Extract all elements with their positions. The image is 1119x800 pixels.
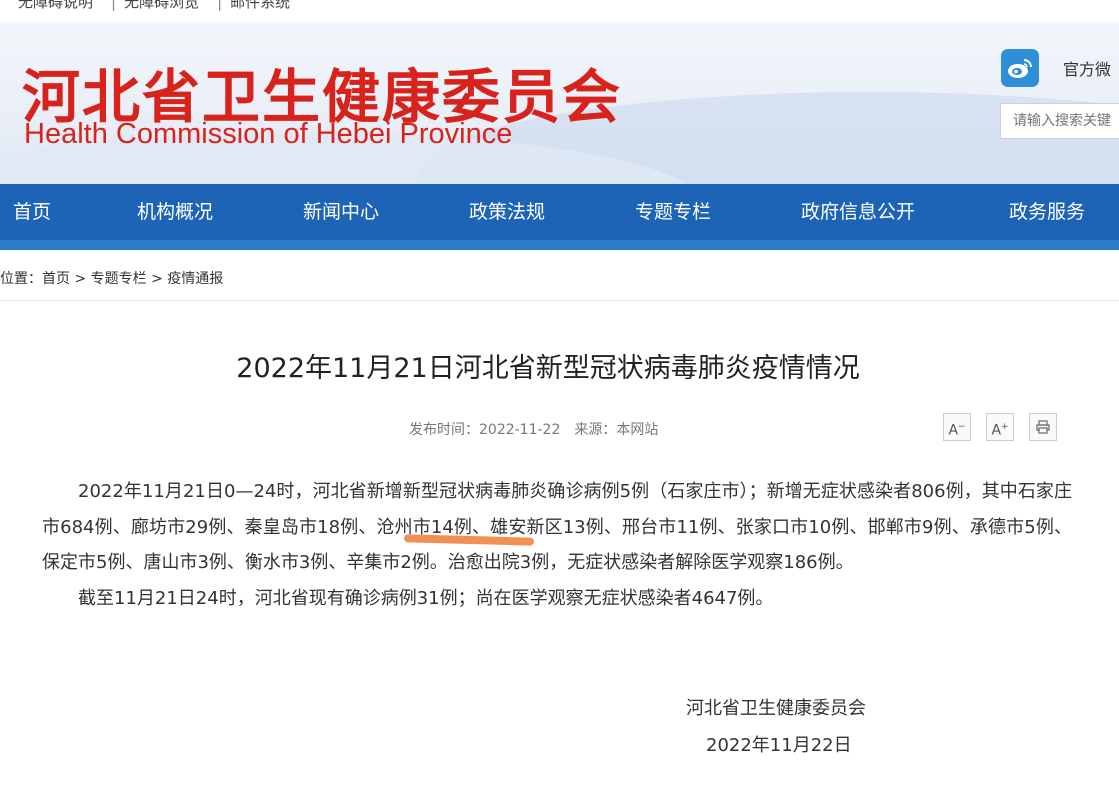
site-header: 河北省卫生健康委员会 Health Commission of Hebei Pr… xyxy=(0,22,1119,184)
breadcrumb: 位置：首页 > 专题专栏 > 疫情通报 xyxy=(0,268,223,288)
top-link-accessible-browse[interactable]: 无障碍浏览 xyxy=(124,0,199,11)
font-increase-icon[interactable]: A+ xyxy=(986,413,1014,441)
nav-item-news[interactable]: 新闻中心 xyxy=(303,184,379,240)
breadcrumb-separator: > xyxy=(146,271,168,287)
article-meta: 发布时间：2022-11-22 来源：本网站 xyxy=(409,419,672,439)
top-utility-bar: 无障碍说明 | 无障碍浏览 | 邮件系统 xyxy=(0,0,1119,22)
signature-date: 2022年11月22日 xyxy=(706,735,852,756)
breadcrumb-separator: > xyxy=(70,271,91,287)
breadcrumb-topics[interactable]: 专题专栏 xyxy=(91,271,147,287)
print-icon[interactable] xyxy=(1029,413,1057,441)
breadcrumb-prefix: 位置： xyxy=(0,271,42,287)
weibo-label[interactable]: 官方微 xyxy=(1063,56,1111,80)
nav-item-topics[interactable]: 专题专栏 xyxy=(635,184,711,240)
nav-item-gov-info[interactable]: 政府信息公开 xyxy=(801,184,915,240)
main-nav: 首页 机构概况 新闻中心 政策法规 专题专栏 政府信息公开 政务服务 xyxy=(0,184,1119,250)
font-decrease-icon[interactable]: A− xyxy=(943,413,971,441)
site-logo-subtitle[interactable]: Health Commission of Hebei Province xyxy=(24,118,512,151)
top-link-accessibility-info[interactable]: 无障碍说明 xyxy=(18,0,93,11)
publish-time: 发布时间：2022-11-22 xyxy=(409,422,561,438)
nav-item-organization[interactable]: 机构概况 xyxy=(137,184,213,240)
top-links: 无障碍说明 | 无障碍浏览 | 邮件系统 xyxy=(18,0,298,12)
article-paragraph: 2022年11月21日0—24时，河北省新增新型冠状病毒肺炎确诊病例5例（石家庄… xyxy=(42,481,1072,573)
top-link-mail-system[interactable]: 邮件系统 xyxy=(230,0,290,11)
search-input[interactable] xyxy=(1000,103,1119,139)
weibo-icon[interactable] xyxy=(1001,49,1039,87)
signature-organization: 河北省卫生健康委员会 xyxy=(686,698,866,719)
article-source: 来源：本网站 xyxy=(574,422,659,438)
breadcrumb-home[interactable]: 首页 xyxy=(42,271,70,287)
nav-item-services[interactable]: 政务服务 xyxy=(1009,184,1085,240)
nav-item-policies[interactable]: 政策法规 xyxy=(469,184,545,240)
nav-item-home[interactable]: 首页 xyxy=(13,184,51,240)
article-title: 2022年11月21日河北省新型冠状病毒肺炎疫情情况 xyxy=(236,353,860,384)
breadcrumb-epidemic[interactable]: 疫情通报 xyxy=(167,271,223,287)
article-body: 2022年11月21日0—24时，河北省新增新型冠状病毒肺炎确诊病例5例（石家庄… xyxy=(42,474,1072,616)
article-paragraph: 截至11月21日24时，河北省现有确诊病例31例；尚在医学观察无症状感染者464… xyxy=(78,587,774,609)
divider xyxy=(0,300,1119,301)
